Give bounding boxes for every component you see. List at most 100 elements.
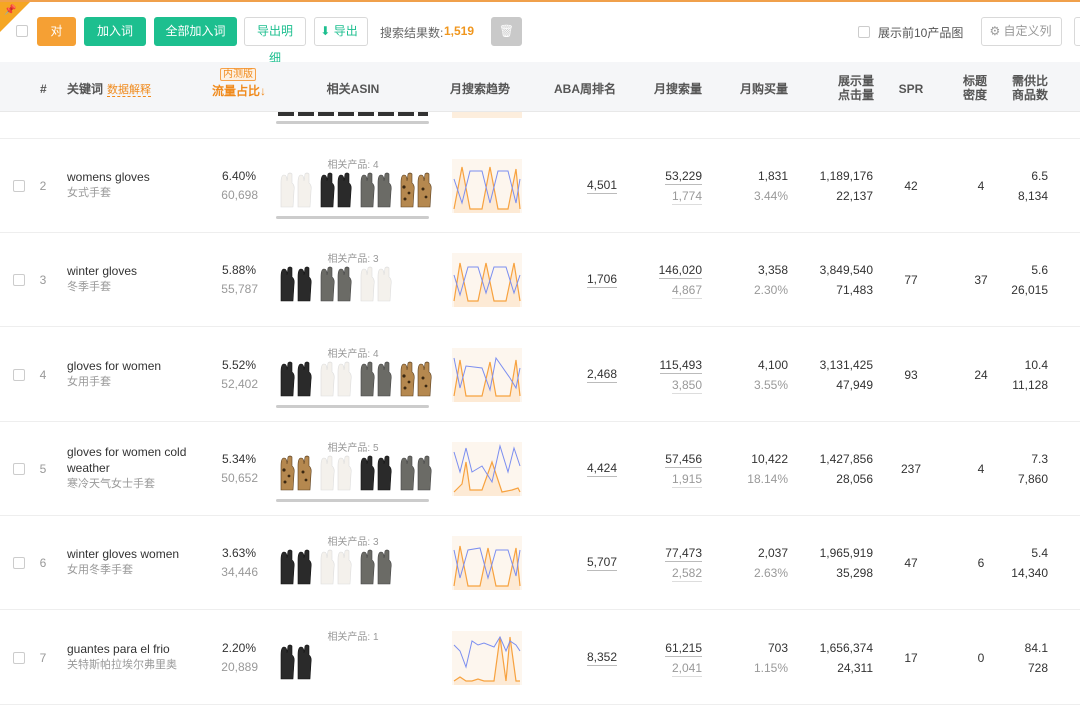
table-row[interactable]: 7 guantes para el frio 关特斯帕拉埃尔弗里奥 2.20% … — [0, 610, 1080, 705]
aba-rank[interactable]: 4,424 — [560, 460, 617, 477]
monthly-search[interactable]: 77,473 — [640, 545, 702, 563]
keyword-text[interactable]: gloves for women — [67, 358, 197, 374]
monthly-buy: 4,100 — [757, 357, 788, 372]
monthly-trend-chart[interactable] — [452, 347, 522, 402]
export-button[interactable]: ⬇ 导出 — [314, 17, 368, 46]
add-to-lexicon-button[interactable]: 加入词库 — [84, 17, 146, 65]
product-thumbnail[interactable] — [278, 360, 314, 398]
header-monthly-search[interactable]: 月搜索量 — [640, 82, 702, 96]
select-all-checkbox[interactable] — [16, 25, 28, 37]
monthly-trend-chart[interactable] — [452, 441, 522, 496]
flow-share-pct: 2.20% — [221, 640, 256, 655]
supply-demand-ratio: 6.5 — [1031, 169, 1048, 183]
thumbnail-scrollbar[interactable] — [276, 404, 429, 408]
delete-button[interactable]: 🗑 — [491, 17, 522, 46]
aba-rank[interactable]: 8,352 — [560, 649, 617, 666]
monthly-trend-chart[interactable] — [452, 536, 522, 591]
product-thumbnail[interactable] — [398, 360, 434, 398]
header-keyword-label: 关键词 — [67, 82, 104, 96]
row-checkbox[interactable] — [13, 651, 25, 664]
monthly-search[interactable]: 53,229 — [640, 168, 702, 185]
monthly-search[interactable]: 146,020 — [640, 262, 702, 280]
header-monthly-buy[interactable]: 月购买量 — [726, 82, 788, 96]
monthly-search-sub: 1,915 — [671, 471, 702, 488]
product-thumbnail[interactable] — [318, 265, 354, 303]
monthly-trend-chart[interactable] — [452, 630, 522, 685]
keyword-translation: 女用手套 — [67, 375, 111, 388]
table-row[interactable]: 5 gloves for women cold weather 寒冷天气女士手套… — [0, 421, 1080, 516]
monthly-trend-chart[interactable] — [452, 159, 522, 213]
header-flow-share[interactable]: 流量占比↓ — [212, 82, 266, 99]
product-thumbnail[interactable] — [278, 454, 314, 492]
product-thumbnail[interactable] — [318, 454, 354, 492]
supply-demand-ratio: 10.4 — [1024, 357, 1048, 372]
flow-share-pct: 6.40% — [221, 169, 256, 183]
product-thumbnail[interactable] — [358, 548, 394, 586]
product-thumbnail[interactable] — [318, 171, 354, 209]
keyword-text[interactable]: gloves for women cold weather — [67, 444, 197, 476]
monthly-search[interactable]: 57,456 — [640, 451, 702, 468]
product-thumbnail[interactable] — [278, 548, 314, 586]
header-asin: 相关ASIN — [326, 82, 380, 96]
product-thumbnail[interactable] — [318, 360, 354, 398]
row-checkbox[interactable] — [13, 368, 25, 381]
monthly-search[interactable]: 61,215 — [640, 640, 702, 657]
row-checkbox[interactable] — [13, 557, 25, 570]
table-row[interactable]: 4 gloves for women 女用手套 5.52% 52,402 相关产… — [0, 327, 1080, 422]
clicks: 28,056 — [836, 471, 873, 486]
header-impressions[interactable]: 展示量 点击量 — [820, 74, 874, 102]
product-thumbnail[interactable] — [358, 454, 394, 492]
keyword-text[interactable]: womens gloves — [67, 169, 197, 185]
product-thumbnail[interactable] — [398, 171, 434, 209]
monthly-trend-chart[interactable] — [452, 253, 522, 308]
keyword-text[interactable]: winter gloves — [67, 263, 197, 279]
product-thumbnail[interactable] — [278, 171, 314, 209]
product-thumbnails — [278, 643, 314, 681]
show-top10-checkbox[interactable] — [858, 26, 870, 38]
table-row[interactable]: 2 womens gloves 女式手套 6.40% 60,698 相关产品: … — [0, 139, 1080, 233]
product-thumbnail[interactable] — [398, 454, 434, 492]
header-title-density[interactable]: 标题 密度 — [958, 74, 992, 102]
compare-button[interactable]: 对比 — [37, 17, 76, 65]
aba-rank[interactable]: 2,468 — [560, 366, 617, 383]
product-thumbnail[interactable] — [318, 548, 354, 586]
trend-sparkline — [453, 166, 521, 213]
data-explain-link[interactable]: 数据解释 — [107, 84, 152, 97]
product-thumbnail[interactable] — [358, 360, 394, 398]
trend-sparkline — [453, 546, 521, 591]
row-checkbox[interactable] — [13, 274, 25, 287]
spr-value: 42 — [904, 179, 918, 193]
flow-share-count: 20,889 — [221, 659, 258, 674]
product-thumbnail[interactable] — [358, 265, 394, 303]
aba-rank[interactable]: 4,501 — [560, 177, 617, 194]
aba-rank[interactable]: 1,706 — [560, 271, 617, 289]
monthly-search-sub: 3,850 — [671, 377, 702, 394]
product-thumbnail[interactable] — [358, 171, 394, 209]
more-button[interactable] — [1074, 17, 1080, 46]
row-checkbox[interactable] — [13, 462, 25, 475]
monthly-search[interactable]: 115,493 — [640, 357, 702, 374]
partial-scroll[interactable] — [276, 121, 429, 124]
spr-value: 47 — [904, 556, 918, 571]
header-aba[interactable]: ABA周排名 — [540, 82, 616, 96]
thumbnail-scrollbar[interactable] — [276, 216, 429, 219]
row-checkbox[interactable] — [13, 180, 25, 192]
aba-rank[interactable]: 5,707 — [560, 554, 617, 572]
export-detail-button[interactable]: 导出明细 — [244, 17, 306, 65]
table-row[interactable]: 3 winter gloves 冬季手套 5.88% 55,787 相关产品: … — [0, 233, 1080, 328]
keyword-text[interactable]: guantes para el frio — [67, 641, 197, 657]
add-all-to-lexicon-button[interactable]: 全部加入词库 — [154, 17, 237, 65]
table-row[interactable]: 6 winter gloves women 女用冬季手套 3.63% 34,44… — [0, 516, 1080, 611]
thumbnail-scrollbar[interactable] — [276, 498, 429, 502]
header-spr[interactable]: SPR — [894, 82, 928, 96]
custom-columns-button[interactable]: ⚙ 自定义列 — [981, 17, 1062, 46]
keyword-text[interactable]: winter gloves women — [67, 546, 197, 562]
goods-count: 11,128 — [1012, 377, 1048, 392]
pin-icon[interactable]: 📌 — [4, 5, 16, 16]
header-supply[interactable]: 需供比 商品数 — [1000, 74, 1048, 102]
product-thumbnail[interactable] — [278, 643, 314, 681]
partial-trend — [452, 112, 522, 118]
product-thumbnail[interactable] — [278, 265, 314, 303]
flow-share-pct: 5.34% — [221, 451, 256, 466]
impressions: 3,131,425 — [819, 357, 873, 372]
